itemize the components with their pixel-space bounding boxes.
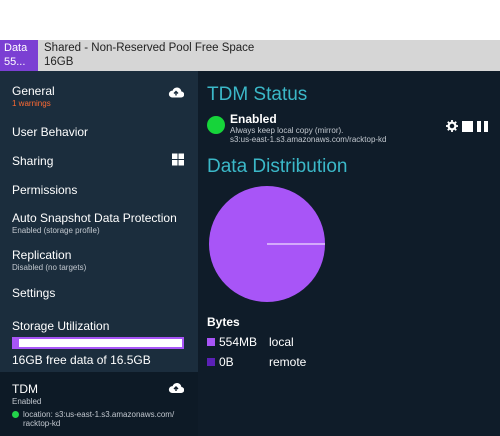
- sidebar-item-auto-snapshot[interactable]: Auto Snapshot Data Protection Enabled (s…: [0, 204, 198, 241]
- sidebar-item-label: Replication: [12, 247, 72, 262]
- tdm-status-row: Enabled Always keep local copy (mirror).…: [207, 112, 500, 144]
- sidebar-item-user-behavior[interactable]: User Behavior: [0, 117, 198, 146]
- windows-icon: [172, 153, 184, 168]
- sidebar-item-replication[interactable]: Replication Disabled (no targets): [0, 241, 198, 278]
- gear-icon[interactable]: [446, 119, 458, 137]
- storage-progress-fill: [14, 339, 20, 347]
- status-dot-icon: [207, 116, 225, 134]
- strip-title: Shared - Non-Reserved Pool Free Space: [44, 42, 255, 54]
- sidebar-item-label: General: [12, 84, 55, 98]
- app-window: General 1 warnings User Behavior Sharing: [0, 71, 500, 436]
- legend-label: local: [269, 335, 294, 349]
- pause-icon[interactable]: [477, 119, 488, 137]
- sidebar-item-label: Auto Snapshot Data Protection: [12, 210, 177, 225]
- data-distribution-title: Data Distribution: [207, 156, 348, 177]
- storage-text: 16GB free data of 16.5GB: [12, 353, 151, 367]
- legend-label: remote: [269, 355, 307, 369]
- badge-line1: Data: [4, 42, 28, 54]
- sidebar-item-label: Sharing: [12, 153, 54, 168]
- main-panel: TDM Status Enabled Always keep local cop…: [198, 71, 500, 436]
- tdm-location: location: s3:us-east-1.s3.amazonaws.com/…: [12, 410, 186, 428]
- legend-value: 0B: [219, 355, 234, 369]
- strip-text: Shared - Non-Reserved Pool Free Space 16…: [38, 40, 254, 71]
- legend-item-remote: 0B remote: [207, 355, 500, 369]
- status-label: Enabled: [230, 112, 277, 126]
- strip-value: 16GB: [44, 56, 74, 68]
- storage-progress-bar: [12, 337, 184, 349]
- legend-value: 554MB: [219, 335, 258, 349]
- sidebar-item-settings[interactable]: Settings: [0, 278, 198, 307]
- pie-chart: [209, 186, 325, 302]
- status-line1: Always keep local copy (mirror).: [230, 126, 344, 135]
- sidebar-item-permissions[interactable]: Permissions: [0, 175, 198, 204]
- status-dot-icon: [12, 411, 19, 418]
- legend-swatch: [207, 338, 215, 346]
- top-strip: Data 55... Shared - Non-Reserved Pool Fr…: [0, 40, 500, 71]
- sidebar-item-label: Permissions: [12, 182, 78, 197]
- tdm-location-text: location: s3:us-east-1.s3.amazonaws.com/…: [23, 410, 175, 428]
- sidebar-item-sub: Enabled (storage profile): [12, 225, 100, 235]
- sidebar-item-label: Storage Utilization: [12, 319, 110, 333]
- legend-item-local: 554MB local: [207, 335, 500, 349]
- sidebar-item-storage-utilization[interactable]: Storage Utilization: [0, 307, 198, 333]
- status-text-block: Enabled Always keep local copy (mirror).…: [230, 112, 387, 144]
- sidebar-item-general[interactable]: General 1 warnings: [0, 71, 198, 117]
- cloud-upload-icon[interactable]: [168, 87, 185, 102]
- tdm-status-title: TDM Status: [207, 84, 308, 105]
- stop-icon[interactable]: [462, 119, 473, 137]
- distribution-chart: [207, 184, 500, 309]
- sidebar-item-tdm[interactable]: TDM Enabled location: s3:us-east-1.s3.am…: [0, 372, 198, 436]
- sidebar-item-label: TDM: [12, 382, 38, 396]
- sidebar-item-label: Settings: [12, 285, 56, 300]
- status-actions: [446, 119, 488, 137]
- warning-text: 1 warnings: [12, 99, 51, 108]
- badge-line2: 55...: [4, 56, 26, 68]
- legend-title: Bytes: [207, 315, 240, 329]
- cloud-upload-icon[interactable]: [168, 381, 185, 399]
- legend-swatch: [207, 358, 215, 366]
- sidebar: General 1 warnings User Behavior Sharing: [0, 71, 198, 436]
- data-badge: Data 55...: [0, 40, 38, 71]
- sidebar-item-sub: Enabled: [12, 397, 42, 406]
- status-line2: s3:us-east-1.s3.amazonaws.com/racktop-kd: [230, 135, 387, 144]
- sidebar-item-sharing[interactable]: Sharing: [0, 146, 198, 175]
- sidebar-item-label: User Behavior: [12, 124, 89, 139]
- sidebar-item-sub: Disabled (no targets): [12, 262, 87, 272]
